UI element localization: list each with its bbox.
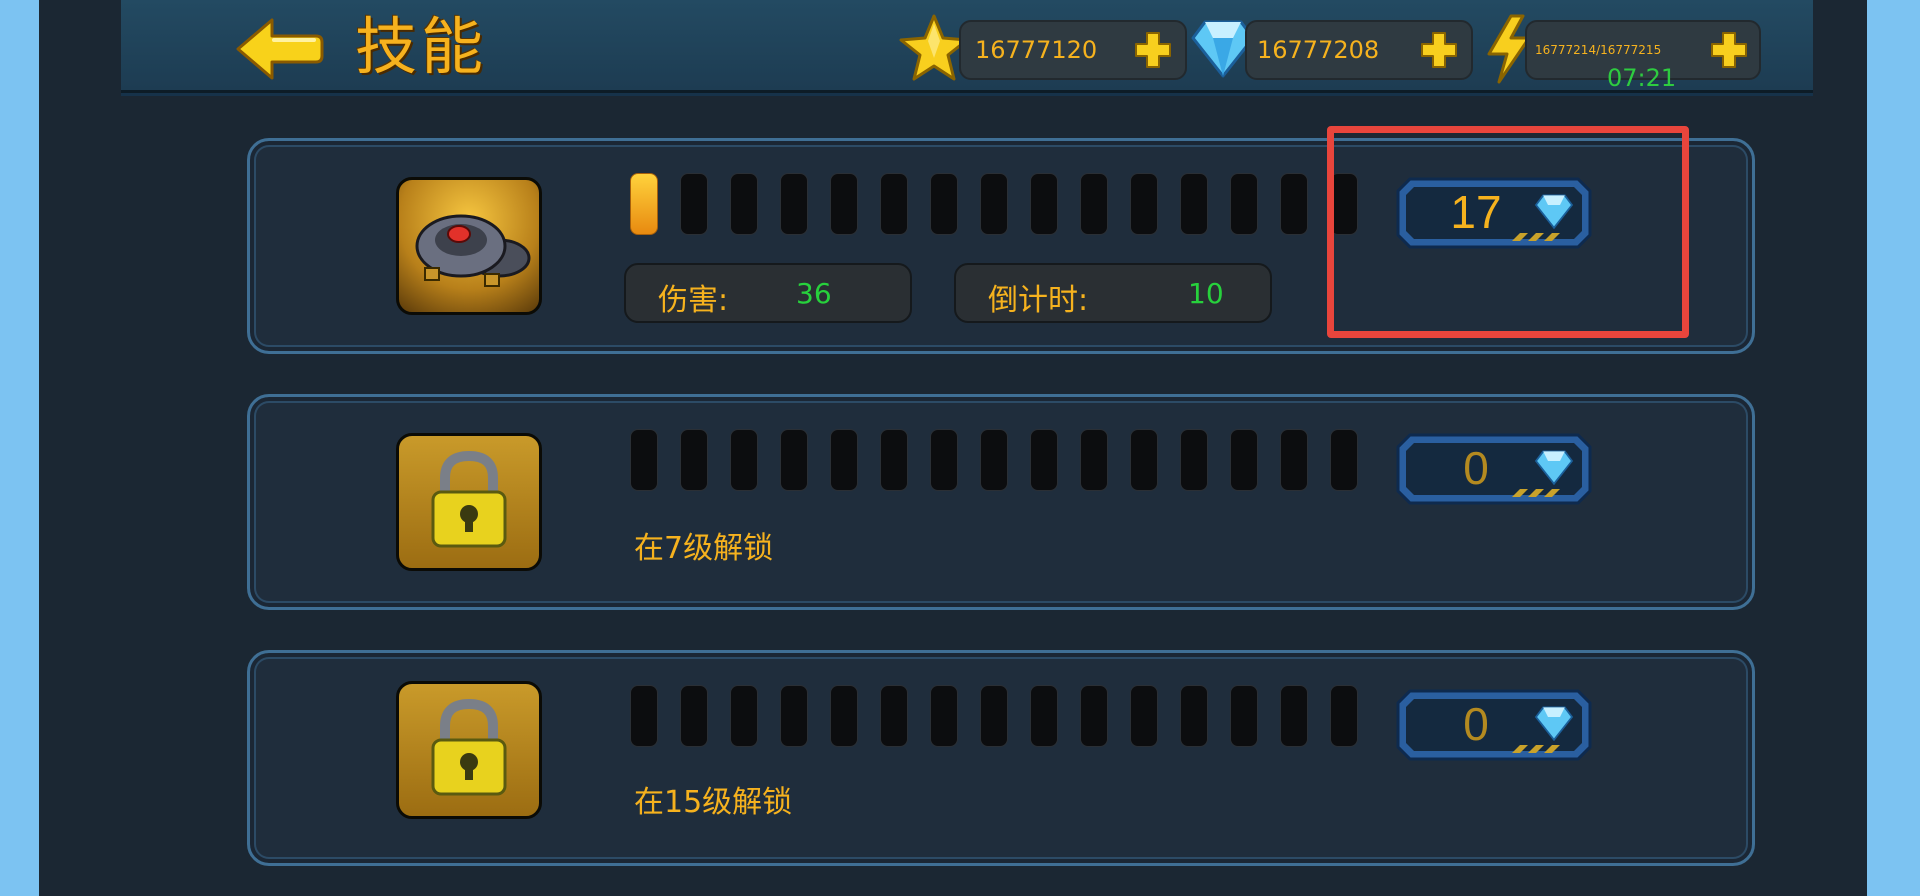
gold-value: 16777120 <box>975 36 1098 64</box>
level-pip <box>730 173 758 235</box>
gold-counter: 16777120 <box>959 20 1187 80</box>
level-pip <box>1080 685 1108 747</box>
level-pip <box>680 685 708 747</box>
game-screen: 技能 16777120 16777208 16777214/16777215 0… <box>39 0 1867 896</box>
level-pip <box>780 429 808 491</box>
level-pip <box>1030 173 1058 235</box>
level-pip <box>1180 173 1208 235</box>
level-pip <box>1280 429 1308 491</box>
level-pip <box>1080 429 1108 491</box>
level-pip <box>1130 685 1158 747</box>
level-pip <box>1030 685 1058 747</box>
level-pip <box>630 173 658 235</box>
lock-icon <box>431 450 507 548</box>
skill-level-pips <box>630 173 1360 235</box>
highlight-box <box>1327 126 1689 338</box>
diamond-icon <box>1534 706 1574 741</box>
level-pip <box>880 173 908 235</box>
mine-skill-icon <box>396 177 542 315</box>
level-pip <box>1280 173 1308 235</box>
add-gems-plus-icon[interactable] <box>1419 30 1459 70</box>
level-pip <box>1280 685 1308 747</box>
level-pip <box>1030 429 1058 491</box>
level-pip <box>680 173 708 235</box>
back-button[interactable] <box>234 16 324 82</box>
level-pip <box>1180 429 1208 491</box>
skill-panel-2: 在7级解锁 0 <box>247 394 1755 610</box>
upgrade-button-2[interactable]: 0 <box>1396 431 1592 507</box>
unlock-requirement: 在15级解锁 <box>634 785 793 820</box>
gem-value: 16777208 <box>1257 36 1380 64</box>
level-pip <box>980 685 1008 747</box>
damage-label: 伤害: <box>658 283 729 318</box>
level-pip <box>630 429 658 491</box>
damage-value: 36 <box>796 277 832 310</box>
skill-level-pips <box>630 429 1360 491</box>
level-pip <box>830 173 858 235</box>
level-pip <box>680 429 708 491</box>
level-pip <box>780 685 808 747</box>
level-pip <box>1330 685 1358 747</box>
upgrade-cost: 0 <box>1463 698 1489 750</box>
upgrade-cost: 0 <box>1463 442 1489 494</box>
level-pip <box>880 685 908 747</box>
level-pip <box>730 429 758 491</box>
countdown-label: 倒计时: <box>988 283 1089 318</box>
level-pip <box>1130 173 1158 235</box>
gem-counter: 16777208 <box>1245 20 1473 80</box>
locked-skill-icon <box>396 681 542 819</box>
level-pip <box>630 685 658 747</box>
damage-stat: 伤害: 36 <box>624 263 912 323</box>
add-gold-plus-icon[interactable] <box>1133 30 1173 70</box>
page-title: 技能 <box>355 10 488 83</box>
level-pip <box>830 685 858 747</box>
countdown-stat: 倒计时: 10 <box>954 263 1272 323</box>
level-pip <box>880 429 908 491</box>
diamond-icon <box>1534 450 1574 485</box>
level-pip <box>1230 429 1258 491</box>
upgrade-button-3[interactable]: 0 <box>1396 687 1592 763</box>
level-pip <box>780 173 808 235</box>
level-pip <box>830 429 858 491</box>
level-pip <box>1330 429 1358 491</box>
level-pip <box>930 429 958 491</box>
level-pip <box>1080 173 1108 235</box>
level-pip <box>980 429 1008 491</box>
level-pip <box>1230 685 1258 747</box>
level-pip <box>1180 685 1208 747</box>
level-pip <box>930 685 958 747</box>
locked-skill-icon <box>396 433 542 571</box>
add-energy-plus-icon[interactable] <box>1709 30 1749 70</box>
level-pip <box>980 173 1008 235</box>
skill-panel-3: 在15级解锁 0 <box>247 650 1755 866</box>
lock-icon <box>431 698 507 796</box>
level-pip <box>930 173 958 235</box>
energy-timer: 07:21 <box>1607 64 1677 92</box>
unlock-requirement: 在7级解锁 <box>634 531 774 566</box>
countdown-value: 10 <box>1188 277 1224 310</box>
back-arrow-icon <box>236 18 324 80</box>
level-pip <box>730 685 758 747</box>
level-pip <box>1130 429 1158 491</box>
level-pip <box>1230 173 1258 235</box>
skill-level-pips <box>630 685 1360 747</box>
